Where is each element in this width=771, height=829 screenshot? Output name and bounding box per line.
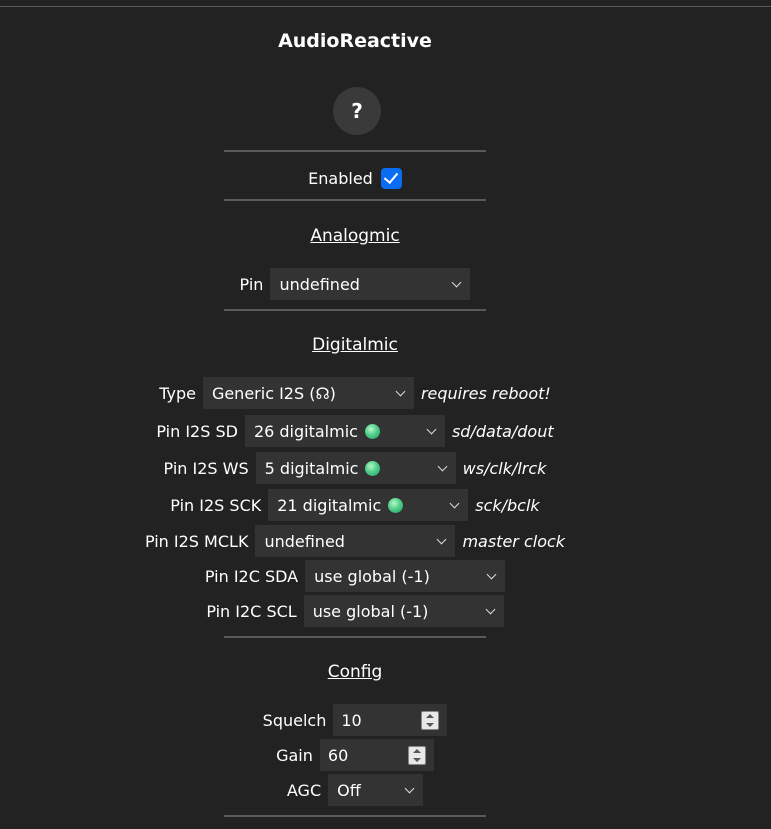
squelch-input[interactable]: 10 <box>333 704 448 736</box>
i2s-ws-select[interactable]: 5 digitalmic <box>255 452 456 484</box>
divider <box>224 199 486 201</box>
chevron-down-icon <box>404 783 415 794</box>
i2s-mclk-label: Pin I2S MCLK <box>144 531 249 551</box>
chevron-down-icon <box>485 604 496 615</box>
divider <box>224 636 486 638</box>
i2c-sda-label: Pin I2C SDA <box>204 566 299 586</box>
chevron-down-icon <box>395 386 406 397</box>
i2s-mclk-hint: master clock <box>462 531 566 551</box>
i2s-ws-value: 5 digitalmic <box>264 458 359 478</box>
enabled-row: Enabled <box>0 162 710 194</box>
divider <box>224 309 486 311</box>
i2s-sd-label: Pin I2S SD <box>156 421 238 441</box>
i2s-ws-label: Pin I2S WS <box>163 458 249 478</box>
i2s-mclk-value: undefined <box>264 531 345 551</box>
dmtype-select[interactable]: Generic I2S (☊) <box>202 377 414 409</box>
i2s-sd-select[interactable]: 26 digitalmic <box>244 415 445 447</box>
pin-status-icon <box>388 497 404 513</box>
i2s-sck-select[interactable]: 21 digitalmic <box>268 489 469 521</box>
spinner-icon[interactable] <box>421 711 440 730</box>
enabled-label: Enabled <box>308 168 373 188</box>
i2c-sda-value: use global (-1) <box>314 566 430 586</box>
gain-value: 60 <box>327 745 349 765</box>
i2s-sd-value: 26 digitalmic <box>253 421 358 441</box>
section-heading-digitalmic: Digitalmic <box>312 335 398 355</box>
page-title: AudioReactive <box>278 30 432 52</box>
i2c-scl-label: Pin I2C SCL <box>206 601 297 621</box>
i2s-ws-row: Pin I2S WS 5 digitalmic ws/clk/lrck <box>0 452 710 484</box>
i2c-scl-value: use global (-1) <box>312 601 429 621</box>
chevron-down-icon <box>437 461 448 472</box>
i2s-sd-row: Pin I2S SD 26 digitalmic sd/data/dout <box>0 415 710 447</box>
squelch-row: Squelch 10 <box>0 704 710 736</box>
analog-pin-label: Pin <box>239 274 264 294</box>
i2c-sda-row: Pin I2C SDA use global (-1) <box>0 560 710 592</box>
gain-label: Gain <box>276 745 313 765</box>
spinner-icon[interactable] <box>407 746 426 765</box>
i2s-mclk-select[interactable]: undefined <box>255 525 456 557</box>
help-button[interactable]: ? <box>333 87 381 135</box>
agc-row: AGC Off <box>0 774 710 806</box>
agc-label: AGC <box>286 780 322 800</box>
i2c-scl-row: Pin I2C SCL use global (-1) <box>0 595 710 627</box>
i2c-sda-select[interactable]: use global (-1) <box>305 560 506 592</box>
section-heading-config: Config <box>327 662 383 682</box>
dmtype-hint: requires reboot! <box>420 383 551 403</box>
chevron-down-icon <box>426 424 437 435</box>
agc-value: Off <box>337 780 361 800</box>
chevron-down-icon <box>486 569 497 580</box>
chevron-down-icon <box>451 277 462 288</box>
i2s-ws-hint: ws/clk/lrck <box>462 458 547 478</box>
squelch-label: Squelch <box>262 710 327 730</box>
divider <box>224 815 486 817</box>
divider <box>224 150 486 152</box>
analog-pin-select[interactable]: undefined <box>270 268 471 300</box>
i2s-sd-hint: sd/data/dout <box>451 421 554 441</box>
i2c-scl-select[interactable]: use global (-1) <box>303 595 504 627</box>
dmtype-row: Type Generic I2S (☊) requires reboot! <box>0 377 710 409</box>
top-divider <box>0 6 771 7</box>
dmtype-value: Generic I2S (☊) <box>211 383 336 403</box>
squelch-value: 10 <box>341 710 362 730</box>
section-heading-analogmic: Analogmic <box>310 226 400 246</box>
enabled-checkbox[interactable] <box>380 167 402 189</box>
i2s-sck-value: 21 digitalmic <box>277 495 382 515</box>
gain-row: Gain 60 <box>0 739 710 771</box>
i2s-sck-hint: sck/bclk <box>475 495 540 515</box>
analog-pin-value: undefined <box>279 274 360 294</box>
dmtype-label: Type <box>159 383 196 403</box>
i2s-sck-label: Pin I2S SCK <box>170 495 262 515</box>
agc-select[interactable]: Off <box>328 774 424 806</box>
chevron-down-icon <box>449 498 460 509</box>
chevron-down-icon <box>436 534 447 545</box>
i2s-sck-row: Pin I2S SCK 21 digitalmic sck/bclk <box>0 489 710 521</box>
pin-status-icon <box>365 460 381 476</box>
i2s-mclk-row: Pin I2S MCLK undefined master clock <box>0 525 710 557</box>
gain-input[interactable]: 60 <box>319 739 434 771</box>
analog-pin-row: Pin undefined <box>0 268 710 300</box>
pin-status-icon <box>364 423 380 439</box>
